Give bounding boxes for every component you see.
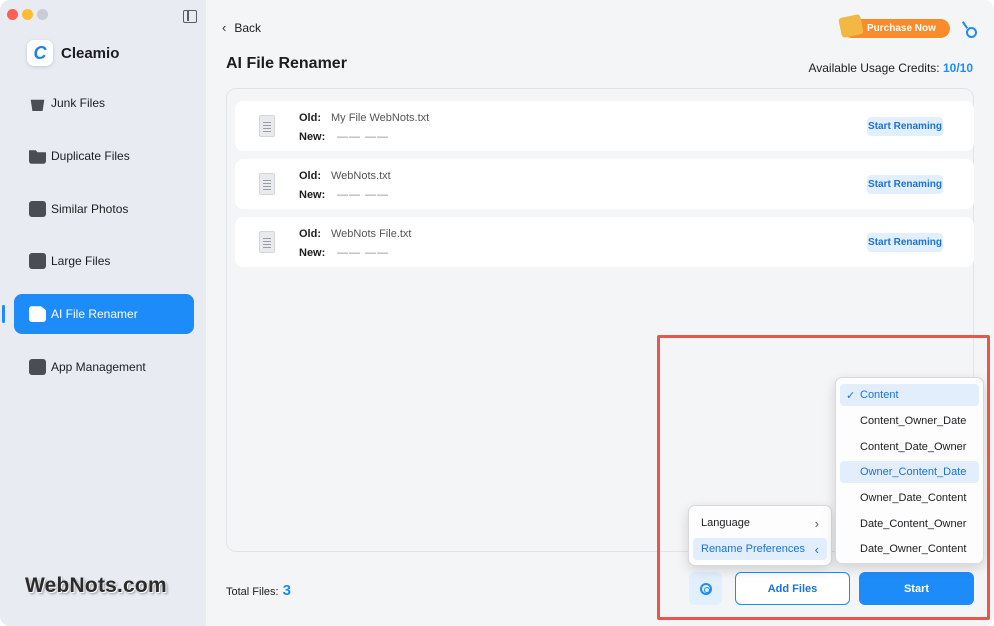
zoom-window-button[interactable]: [37, 9, 48, 20]
sidebar-item-ai-file-renamer[interactable]: AI File Renamer: [2, 294, 194, 335]
old-filename: WebNots File.txt: [331, 228, 412, 240]
rename-preferences-menu: ✓ Content Content_Owner_Date Content_Dat…: [835, 377, 984, 564]
new-label: New:: [299, 189, 326, 201]
menu-item-date-owner-content[interactable]: Date_Owner_Content: [840, 538, 979, 560]
sidebar-item-label: Similar Photos: [51, 201, 129, 216]
document-icon: [259, 173, 275, 195]
menu-item-label: Rename Preferences: [701, 543, 805, 555]
menu-item-language[interactable]: Language ›: [693, 512, 827, 534]
menu-item-rename-preferences[interactable]: Rename Preferences ‹: [693, 538, 827, 560]
chevron-left-icon: ‹: [814, 541, 819, 557]
old-label: Old:: [299, 112, 321, 124]
new-label: New:: [299, 131, 326, 143]
checkmark-icon: ✓: [846, 389, 856, 402]
sidebar-toggle-icon[interactable]: [183, 10, 197, 23]
menu-item-date-content-owner[interactable]: Date_Content_Owner: [840, 513, 979, 535]
old-label: Old:: [299, 228, 321, 240]
file-row: Old: WebNots File.txt New: —— —— Start R…: [235, 217, 974, 267]
menu-item-content[interactable]: ✓ Content: [840, 384, 979, 406]
menu-item-label: Content: [860, 389, 899, 401]
file-row: Old: WebNots.txt New: —— —— Start Renami…: [235, 159, 974, 209]
settings-button[interactable]: [689, 572, 722, 605]
new-label: New:: [299, 247, 326, 259]
menu-item-label: Content_Owner_Date: [860, 415, 967, 427]
sidebar-item-label: Junk Files: [51, 96, 106, 110]
gear-icon: [699, 582, 712, 595]
menu-item-label: Date_Content_Owner: [860, 518, 967, 530]
chevron-left-icon: ‹: [222, 20, 227, 35]
photo-icon: [29, 200, 46, 217]
add-files-button[interactable]: Add Files: [735, 572, 850, 605]
page-title: AI File Renamer: [226, 55, 347, 72]
start-button[interactable]: Start: [859, 572, 974, 605]
settings-menu: Language › Rename Preferences ‹: [688, 505, 832, 566]
new-filename: —— ——: [337, 131, 390, 143]
menu-item-label: Date_Owner_Content: [860, 543, 967, 555]
close-window-button[interactable]: [7, 9, 18, 20]
sidebar-item-label: AI File Renamer: [51, 307, 138, 322]
file-row: Old: My File WebNots.txt New: —— —— Star…: [235, 101, 974, 151]
menu-item-label: Owner_Date_Content: [860, 492, 967, 504]
sidebar-item-app-management[interactable]: App Management: [14, 347, 194, 387]
app-name: Cleamio: [61, 44, 120, 62]
menu-item-content-owner-date[interactable]: Content_Owner_Date: [840, 410, 979, 432]
new-filename: —— ——: [337, 189, 390, 201]
sidebar-item-label: Large Files: [51, 254, 111, 269]
document-icon: [259, 115, 275, 137]
watermark-text: WebNots.com: [25, 574, 167, 597]
sidebar-item-large-files[interactable]: Large Files: [14, 241, 194, 281]
document-icon: [259, 231, 275, 253]
archive-icon: [29, 253, 46, 270]
purchase-now-button[interactable]: Purchase Now: [838, 13, 950, 39]
sidebar-item-similar-photos[interactable]: Similar Photos: [14, 189, 194, 229]
chevron-right-icon: ›: [814, 515, 819, 531]
gift-icon: [838, 13, 864, 39]
credits-label: Available Usage Credits:: [808, 61, 940, 75]
new-filename: —— ——: [337, 247, 390, 259]
start-renaming-button[interactable]: Start Renaming: [867, 233, 943, 252]
purchase-label: Purchase Now: [867, 23, 936, 34]
sidebar-item-label: App Management: [51, 359, 146, 374]
usage-credits: Available Usage Credits: 10/10: [808, 61, 973, 75]
sidebar-item-label: Duplicate Files: [51, 148, 130, 163]
start-renaming-button[interactable]: Start Renaming: [867, 117, 943, 136]
folder-icon: [29, 150, 46, 164]
menu-item-owner-date-content[interactable]: Owner_Date_Content: [840, 487, 979, 509]
old-filename: WebNots.txt: [331, 170, 391, 182]
old-filename: My File WebNots.txt: [331, 112, 430, 124]
minimize-window-button[interactable]: [22, 9, 33, 20]
broom-icon: [30, 99, 45, 111]
menu-item-owner-content-date[interactable]: Owner_Content_Date: [840, 461, 979, 483]
total-files-label: Total Files:: [226, 586, 279, 598]
sidebar-item-junk-files[interactable]: Junk Files: [14, 83, 194, 123]
menu-item-label: Content_Date_Owner: [860, 441, 967, 453]
brand: C Cleamio: [27, 40, 119, 66]
sidebar-item-duplicate-files[interactable]: Duplicate Files: [14, 136, 194, 176]
old-label: Old:: [299, 170, 321, 182]
menu-item-label: Language: [701, 517, 750, 529]
menu-item-content-date-owner[interactable]: Content_Date_Owner: [840, 436, 979, 458]
total-files-count: 3: [282, 582, 291, 599]
ai-file-icon: [29, 306, 46, 323]
sidebar-nav: Junk Files Duplicate Files Similar Photo…: [2, 83, 194, 400]
back-label: Back: [234, 20, 262, 35]
credits-value: 10/10: [942, 61, 973, 75]
sidebar: C Cleamio Junk Files Duplicate Files Sim…: [0, 0, 206, 626]
total-files: Total Files: 3: [226, 582, 291, 599]
app-window: C Cleamio Junk Files Duplicate Files Sim…: [0, 0, 994, 626]
app-store-icon: [29, 358, 46, 375]
start-renaming-button[interactable]: Start Renaming: [867, 175, 943, 194]
back-button[interactable]: ‹ Back: [222, 20, 261, 35]
app-logo-letter: C: [33, 42, 47, 63]
key-icon[interactable]: [962, 21, 977, 38]
menu-item-label: Owner_Content_Date: [860, 466, 967, 478]
app-logo-icon: C: [27, 40, 53, 66]
